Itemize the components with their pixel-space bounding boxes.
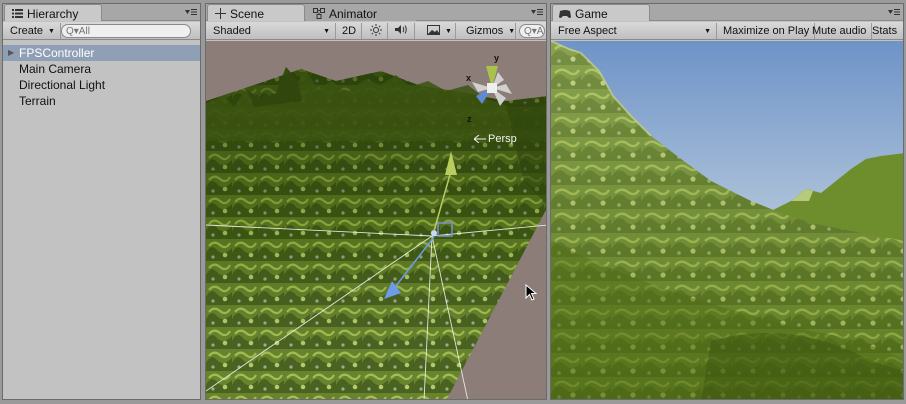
hierarchy-list: ▶ FPSController Main Camera Directional …: [3, 41, 200, 399]
panel-menu-icon[interactable]: [888, 7, 900, 17]
mute-audio-toggle[interactable]: Mute audio: [807, 23, 873, 39]
hierarchy-search-field[interactable]: [61, 24, 191, 38]
gizmo-axis-x-label: x: [466, 73, 471, 83]
caret-down-icon: ▼: [704, 27, 711, 35]
game-controller-icon: [559, 8, 571, 20]
tab-scene[interactable]: Scene: [207, 4, 305, 21]
gizmos-dropdown[interactable]: Gizmos ▼: [461, 23, 516, 39]
tab-game[interactable]: Game: [552, 4, 650, 21]
hierarchy-search-input[interactable]: [66, 25, 190, 37]
maximize-on-play-label: Maximize on Play: [723, 25, 810, 37]
hierarchy-item-label: FPSController: [19, 46, 95, 60]
game-tabstrip: Game: [551, 4, 903, 21]
scene-tabstrip: Scene Animator: [206, 4, 546, 21]
gizmos-label: Gizmos: [466, 25, 504, 37]
hierarchy-item-label: Terrain: [19, 94, 56, 108]
animator-icon: [313, 8, 325, 20]
hierarchy-item[interactable]: Directional Light: [3, 77, 200, 93]
caret-down-icon: ▼: [445, 27, 452, 35]
expand-arrow-icon[interactable]: ▶: [8, 45, 14, 61]
gizmo-axis-y-label: y: [494, 53, 499, 63]
unity-editor: Hierarchy Create ▼ ▶ FPSController Main …: [0, 0, 906, 404]
image-icon: [427, 24, 440, 38]
create-button-label: Create: [10, 25, 44, 37]
tab-hierarchy-label: Hierarchy: [27, 6, 79, 21]
shading-mode-value: Shaded: [213, 25, 251, 37]
hierarchy-item[interactable]: Terrain: [3, 93, 200, 109]
caret-down-icon: ▼: [48, 27, 55, 35]
mute-audio-label: Mute audio: [812, 25, 867, 37]
tab-animator[interactable]: Animator: [306, 4, 416, 21]
aspect-value: Free Aspect: [558, 25, 617, 37]
list-icon: [11, 8, 23, 20]
caret-down-icon: ▼: [323, 27, 330, 35]
scene-viewport[interactable]: y x z Persp: [206, 41, 546, 399]
scene-search-input[interactable]: [524, 25, 544, 37]
hierarchy-panel: Hierarchy Create ▼ ▶ FPSController Main …: [2, 3, 201, 400]
panel-menu-icon[interactable]: [531, 7, 543, 17]
game-render: [551, 41, 903, 399]
game-toolbar: Free Aspect ▼ Maximize on Play Mute audi…: [551, 22, 903, 40]
stats-toggle[interactable]: Stats: [867, 23, 902, 39]
scene-audio-toggle[interactable]: [389, 23, 415, 39]
sun-icon: [369, 23, 382, 39]
hierarchy-item[interactable]: ▶ FPSController: [3, 45, 200, 61]
game-viewport[interactable]: [551, 41, 903, 399]
maximize-on-play-toggle[interactable]: Maximize on Play: [718, 23, 816, 39]
mouse-cursor-icon: [525, 284, 538, 301]
projection-arrow-icon: [474, 135, 486, 143]
projection-toggle[interactable]: Persp: [474, 133, 517, 145]
scene-panel: Scene Animator Shaded ▼ 2D ▼ Gizmos ▼ Q▾…: [205, 3, 547, 400]
shading-mode-dropdown[interactable]: Shaded ▼: [208, 23, 336, 39]
tab-scene-label: Scene: [230, 6, 265, 21]
orientation-gizmo-icon[interactable]: y x z: [464, 48, 524, 128]
hierarchy-item-label: Main Camera: [19, 62, 92, 76]
scene-effects-dropdown[interactable]: ▼: [422, 23, 456, 39]
projection-label: Persp: [488, 133, 517, 145]
gizmo-axis-z-label: z: [467, 114, 472, 124]
hierarchy-toolbar: Create ▼: [3, 22, 200, 40]
stats-label: Stats: [872, 25, 898, 37]
scene-toolbar: Shaded ▼ 2D ▼ Gizmos ▼ Q▾All: [206, 22, 546, 40]
scene-crosshair-icon: [214, 8, 226, 20]
scene-lighting-toggle[interactable]: [364, 23, 388, 39]
create-button[interactable]: Create ▼: [5, 23, 61, 39]
scene-search-field[interactable]: [519, 24, 545, 38]
hierarchy-tabstrip: Hierarchy: [3, 4, 200, 21]
game-panel: Game Free Aspect ▼ Maximize on Play Mute…: [550, 3, 904, 400]
tab-hierarchy[interactable]: Hierarchy: [4, 4, 102, 21]
panel-menu-icon[interactable]: [185, 7, 197, 17]
tab-animator-label: Animator: [329, 6, 378, 21]
caret-down-icon: ▼: [508, 27, 516, 35]
speaker-icon: [395, 24, 408, 38]
hierarchy-item[interactable]: Main Camera: [3, 61, 200, 77]
toggle-2d-button[interactable]: 2D: [337, 23, 363, 39]
tab-game-label: Game: [575, 6, 608, 21]
toggle-2d-label: 2D: [342, 25, 357, 37]
hierarchy-item-label: Directional Light: [19, 78, 106, 92]
aspect-dropdown[interactable]: Free Aspect ▼: [553, 23, 717, 39]
